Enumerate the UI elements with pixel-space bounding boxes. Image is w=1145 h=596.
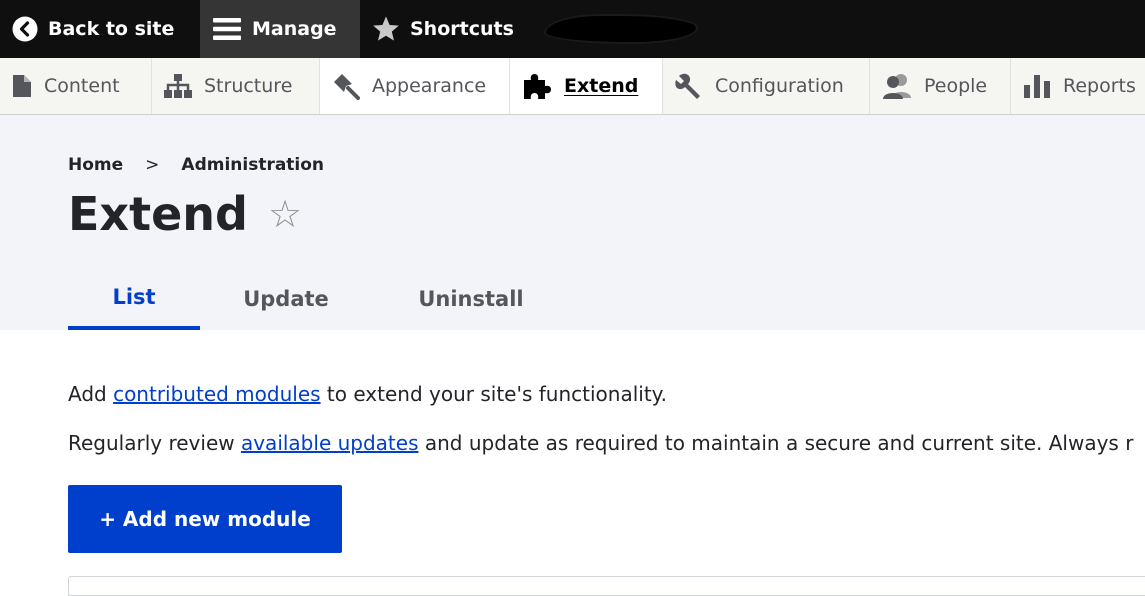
- page-title-row: Extend ☆: [68, 187, 302, 241]
- tab-bar: List Update Uninstall: [68, 267, 570, 330]
- user-account-tab[interactable]: [540, 0, 696, 58]
- menu-item-label: Appearance: [372, 75, 487, 97]
- tab-update[interactable]: Update: [200, 267, 372, 330]
- menu-item-label: Reports: [1063, 75, 1136, 97]
- menu-item-label: Configuration: [715, 75, 844, 97]
- bar-chart-icon: [1024, 75, 1050, 98]
- breadcrumb-separator: >: [145, 155, 160, 175]
- breadcrumb: Home > Administration: [68, 155, 324, 175]
- menu-item-people[interactable]: People: [870, 58, 1011, 114]
- back-arrow-icon: [12, 16, 38, 42]
- tab-list[interactable]: List: [68, 267, 200, 330]
- menu-item-extend[interactable]: Extend: [510, 58, 663, 114]
- manage-tab[interactable]: Manage: [200, 0, 360, 58]
- sitemap-icon: [164, 74, 192, 98]
- shortcuts-label: Shortcuts: [410, 18, 514, 40]
- menu-item-content[interactable]: Content: [0, 58, 152, 114]
- back-to-site-link[interactable]: Back to site: [0, 0, 200, 58]
- menu-item-appearance[interactable]: Appearance: [320, 58, 510, 114]
- menu-item-reports[interactable]: Reports: [1011, 58, 1145, 114]
- breadcrumb-administration[interactable]: Administration: [181, 155, 324, 175]
- page-header: Home > Administration Extend ☆ List Upda…: [0, 115, 1145, 330]
- intro-suffix: to extend your site's functionality.: [320, 382, 667, 406]
- wrench-icon: [675, 73, 700, 99]
- menu-item-configuration[interactable]: Configuration: [663, 58, 870, 114]
- menu-item-label: Content: [44, 75, 120, 97]
- review-prefix: Regularly review: [68, 431, 241, 455]
- intro-text: Add contributed modules to extend your s…: [68, 382, 667, 406]
- menu-item-structure[interactable]: Structure: [152, 58, 320, 114]
- redacted-username: [546, 16, 696, 42]
- top-toolbar: Back to site Manage Shortcuts: [0, 0, 1145, 58]
- menu-item-label: Structure: [204, 75, 293, 97]
- admin-menu: Content Structure Appearance Extend Conf…: [0, 58, 1145, 115]
- people-icon: [883, 74, 911, 99]
- page-title: Extend: [68, 187, 248, 241]
- intro-prefix: Add: [68, 382, 114, 406]
- breadcrumb-home[interactable]: Home: [68, 155, 123, 175]
- hamburger-icon: [213, 18, 241, 40]
- review-text: Regularly review available updates and u…: [68, 431, 1133, 455]
- star-icon: [373, 16, 399, 41]
- module-list-panel: [68, 576, 1145, 596]
- puzzle-icon: [524, 74, 551, 99]
- menu-item-label: People: [924, 75, 988, 97]
- file-icon: [13, 75, 31, 97]
- review-suffix: and update as required to maintain a sec…: [418, 431, 1134, 455]
- add-new-module-button[interactable]: + Add new module: [68, 485, 342, 553]
- paintbrush-icon: [334, 74, 360, 100]
- available-updates-link[interactable]: available updates: [241, 431, 419, 455]
- manage-label: Manage: [252, 18, 337, 40]
- shortcuts-tab[interactable]: Shortcuts: [360, 0, 540, 58]
- menu-item-label: Extend: [564, 75, 639, 97]
- shortcut-star-icon[interactable]: ☆: [268, 192, 302, 236]
- contributed-modules-link[interactable]: contributed modules: [113, 382, 320, 406]
- back-to-site-label: Back to site: [48, 18, 175, 40]
- tab-uninstall[interactable]: Uninstall: [372, 267, 570, 330]
